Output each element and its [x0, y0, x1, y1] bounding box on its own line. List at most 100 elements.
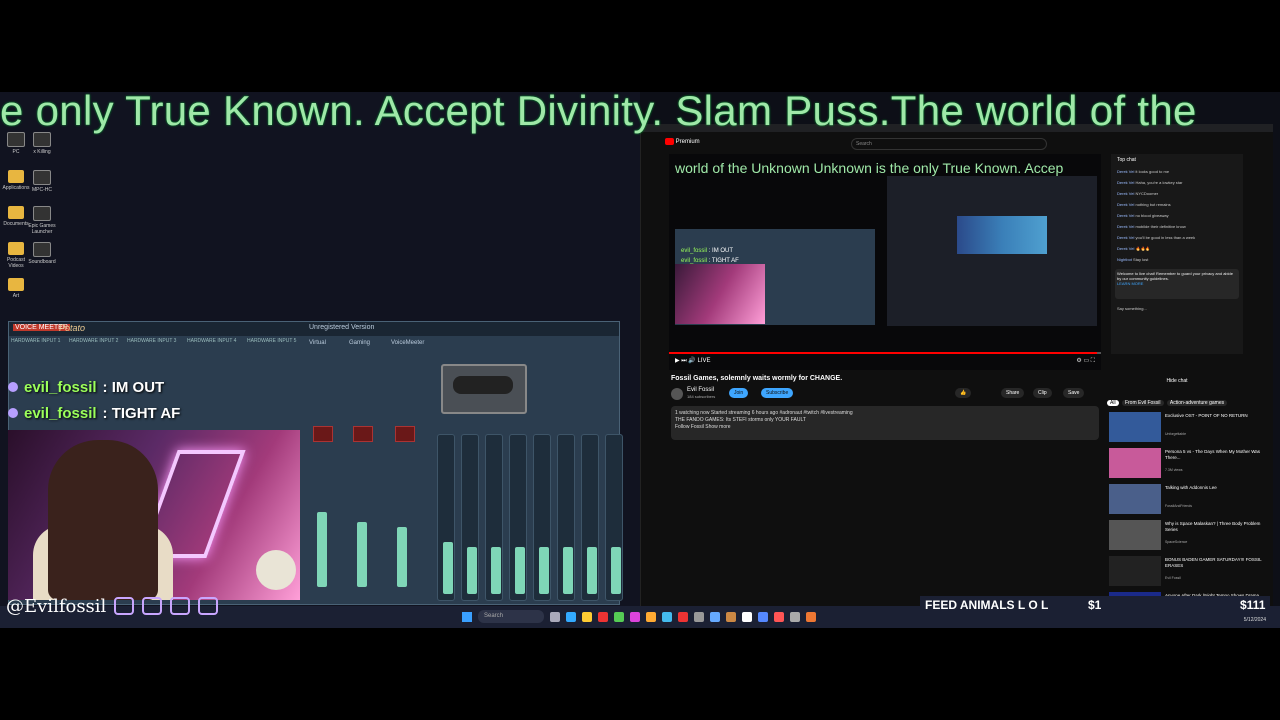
output-fader[interactable]	[467, 547, 477, 594]
chat-input[interactable]: Say something...	[1111, 303, 1243, 314]
taskbar-app-icon[interactable]	[710, 612, 720, 622]
youtube-header: Premium Search	[641, 136, 1273, 152]
youtube-search-input[interactable]: Search	[851, 138, 1047, 150]
desktop-icon-podcast[interactable]: Podcast Videos	[2, 242, 30, 269]
taskbar-app-icon[interactable]	[806, 612, 816, 622]
like-button[interactable]: 👍	[955, 388, 972, 398]
desktop-icon-art[interactable]: Art	[2, 278, 30, 299]
taskbar-app-icon[interactable]	[614, 612, 624, 622]
inner-webcam	[675, 264, 765, 324]
social-bar: @Evilfossil	[6, 595, 219, 617]
taskbar-app-icon[interactable]	[566, 612, 576, 622]
video-description[interactable]: 1 watching now Started streaming 6 hours…	[671, 406, 1099, 440]
theater-icon[interactable]: ▭	[1083, 358, 1089, 364]
chip-all[interactable]: All	[1107, 400, 1119, 406]
related-video-item[interactable]: Talking with Addonnis Lee FossilAndFriend…	[1107, 484, 1267, 518]
youtube-play-icon	[665, 138, 674, 145]
youtube-icon	[142, 597, 163, 615]
hide-chat-button[interactable]: Hide chat	[1111, 378, 1243, 384]
file-explorer-icon[interactable]	[582, 612, 592, 622]
desktop-icon-killing[interactable]: x Killing	[28, 132, 56, 155]
desktop-icon-applications[interactable]: Applications	[2, 170, 30, 191]
output-fader[interactable]	[539, 547, 549, 594]
virtual-mute-button[interactable]	[313, 426, 333, 442]
instagram-icon	[170, 597, 191, 615]
desktop-icon-documents[interactable]: Documents	[2, 206, 30, 227]
input-fader[interactable]	[397, 527, 407, 587]
desktop-icon-pc[interactable]: PC	[2, 132, 30, 155]
next-icon[interactable]: ⏭	[681, 358, 686, 364]
taskbar-app-icon[interactable]	[790, 612, 800, 622]
taskbar-app-icon[interactable]	[774, 612, 784, 622]
youtube-logo[interactable]: Premium	[665, 138, 700, 145]
related-video-item[interactable]: Exclusive OST - POINT OF NO RETURN Unforg…	[1107, 412, 1267, 446]
video-player[interactable]: world of the Unknown Unknown is the only…	[669, 154, 1101, 370]
video-progress-bar[interactable]	[669, 352, 1101, 354]
join-button[interactable]: Join	[729, 388, 749, 398]
input-fader[interactable]	[357, 522, 367, 587]
task-view-icon[interactable]	[550, 612, 560, 622]
taskbar-app-icon[interactable]	[726, 612, 736, 622]
taskbar-app-icon[interactable]	[646, 612, 656, 622]
taskbar-app-icon[interactable]	[742, 612, 752, 622]
social-handle: @Evilfossil	[6, 595, 107, 617]
hardware-inputs-row: HARDWARE INPUT 1 HARDWARE INPUT 2 HARDWA…	[9, 338, 309, 358]
fullscreen-icon[interactable]: ⛶	[1091, 358, 1095, 364]
donation-ticker: FEED ANIMALS L O L $1 $111	[920, 596, 1270, 614]
taskbar-app-icon[interactable]	[598, 612, 608, 622]
desktop-icon-epic[interactable]: Epic Games Launcher	[28, 206, 56, 235]
taskbar-search-input[interactable]: Search	[478, 610, 544, 623]
volume-icon[interactable]: 🔊	[688, 358, 695, 364]
voicemeeter-edition: Potato	[59, 323, 86, 333]
channel-avatar[interactable]	[671, 388, 683, 400]
virtual-mute-button[interactable]	[395, 426, 415, 442]
chip-action[interactable]: Action-adventure games	[1166, 400, 1228, 406]
chip-from-channel[interactable]: From Evil Fossil	[1121, 400, 1164, 406]
clip-button[interactable]: Clip	[1033, 388, 1052, 398]
taskbar-app-icon[interactable]	[694, 612, 704, 622]
soundboard-icon	[33, 242, 51, 257]
save-button[interactable]: Save	[1063, 388, 1085, 398]
live-chat-message: Derek Vel NYCDoomer	[1117, 191, 1159, 196]
live-chat-title[interactable]: Top chat	[1111, 154, 1243, 166]
desktop-icon-soundboard[interactable]: Soundboard	[28, 242, 56, 265]
desktop-icon-mpc[interactable]: MPC-HC	[28, 170, 56, 193]
taskbar-app-icon[interactable]	[630, 612, 640, 622]
output-fader[interactable]	[443, 542, 453, 594]
live-chat-message: Derek Vel mobilde their definitive know	[1117, 224, 1186, 229]
settings-icon[interactable]: ⚙	[1076, 358, 1081, 364]
windows-start-icon[interactable]	[462, 612, 472, 622]
skull-decoration	[256, 550, 296, 590]
video-thumbnail	[1109, 448, 1161, 478]
folder-icon	[8, 206, 24, 219]
folder-icon	[8, 170, 24, 183]
taskbar-app-icon[interactable]	[758, 612, 768, 622]
inner-screen-capture	[887, 176, 1097, 326]
ticker-price: $1	[1088, 598, 1102, 612]
folder-icon	[8, 278, 24, 291]
play-icon[interactable]: ▶	[675, 358, 680, 364]
subscribe-button[interactable]: Subscribe	[761, 388, 794, 398]
virtual-mute-button[interactable]	[353, 426, 373, 442]
related-video-item[interactable]: Persona 5 vs - The Days When My Mother W…	[1107, 448, 1267, 482]
film-icon	[33, 170, 51, 185]
live-chat-message: Nightbot Stay lost	[1117, 257, 1149, 262]
output-fader[interactable]	[491, 547, 501, 594]
share-button[interactable]: Share	[1001, 388, 1025, 398]
inner-marquee: world of the Unknown Unknown is the only…	[675, 160, 1064, 176]
input-fader[interactable]	[317, 512, 327, 587]
cassette-recorder[interactable]	[441, 364, 527, 414]
browser-window[interactable]: Premium Search world of the Unknown Unkn…	[640, 124, 1273, 622]
live-chat-message: Derek Vel Haha, you're a lowkey star	[1117, 180, 1183, 185]
channel-name[interactable]: Evil Fossil	[687, 387, 714, 393]
taskbar-app-icon[interactable]	[678, 612, 688, 622]
learn-more-link[interactable]: LEARN MORE	[1117, 281, 1237, 286]
video-thumbnail	[1109, 556, 1161, 586]
output-fader[interactable]	[587, 547, 597, 594]
output-fader[interactable]	[563, 547, 573, 594]
related-video-item[interactable]: BONUS BADEN GAMER SATURDAY!!! FOSSIL ERA…	[1107, 556, 1267, 590]
browser-icon[interactable]	[662, 612, 672, 622]
related-video-item[interactable]: Why is Space Malaskan? | Three Body Prob…	[1107, 520, 1267, 554]
output-fader[interactable]	[611, 547, 621, 594]
output-fader[interactable]	[515, 547, 525, 594]
